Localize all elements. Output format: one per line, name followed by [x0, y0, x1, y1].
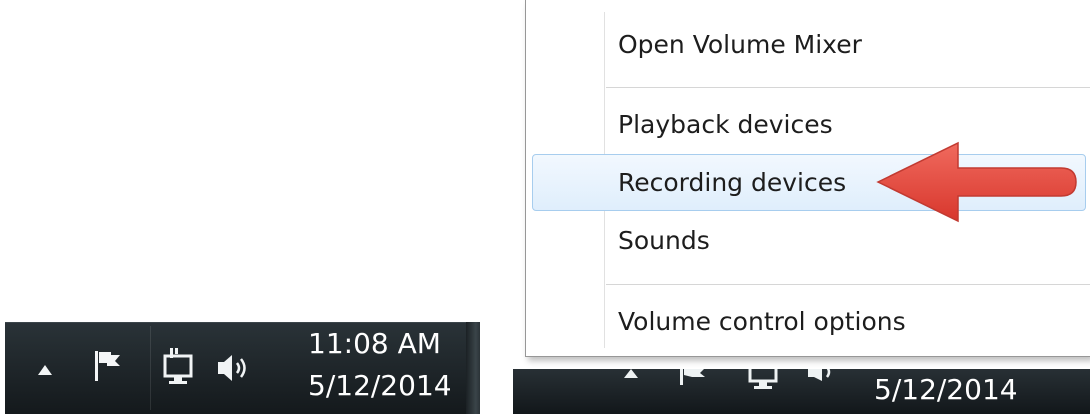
menu-item-open-volume-mixer[interactable]: Open Volume Mixer — [618, 30, 862, 60]
system-tray-right: 5/12/2014 — [513, 369, 1090, 414]
menu-item-playback-devices[interactable]: Playback devices — [618, 110, 833, 140]
network-monitor-icon[interactable] — [745, 369, 785, 393]
red-arrow-annotation-icon — [876, 141, 1077, 223]
up-arrow-icon[interactable] — [623, 369, 639, 379]
flag-icon[interactable] — [678, 369, 710, 387]
speaker-icon[interactable] — [806, 369, 846, 387]
flag-icon[interactable] — [93, 349, 125, 383]
menu-divider — [606, 87, 1090, 88]
clock-date[interactable]: 5/12/2014 — [874, 373, 1018, 406]
arrow-shape — [876, 141, 1077, 223]
show-desktop-button[interactable] — [466, 322, 480, 414]
network-monitor-icon[interactable] — [160, 346, 200, 390]
screenshot-composite: 11:08 AM 5/12/2014 5/12/2014 Open Volume… — [0, 0, 1090, 414]
system-tray-left: 11:08 AM 5/12/2014 — [5, 322, 480, 414]
menu-divider — [606, 284, 1090, 285]
menu-item-recording-devices[interactable]: Recording devices — [618, 168, 846, 198]
clock-date[interactable]: 5/12/2014 — [308, 369, 452, 402]
menu-item-volume-control-options[interactable]: Volume control options — [618, 307, 906, 337]
up-arrow-icon[interactable] — [37, 364, 53, 376]
clock-time[interactable]: 11:08 AM — [308, 327, 441, 360]
menu-item-sounds[interactable]: Sounds — [618, 226, 710, 256]
speaker-icon[interactable] — [216, 352, 256, 384]
